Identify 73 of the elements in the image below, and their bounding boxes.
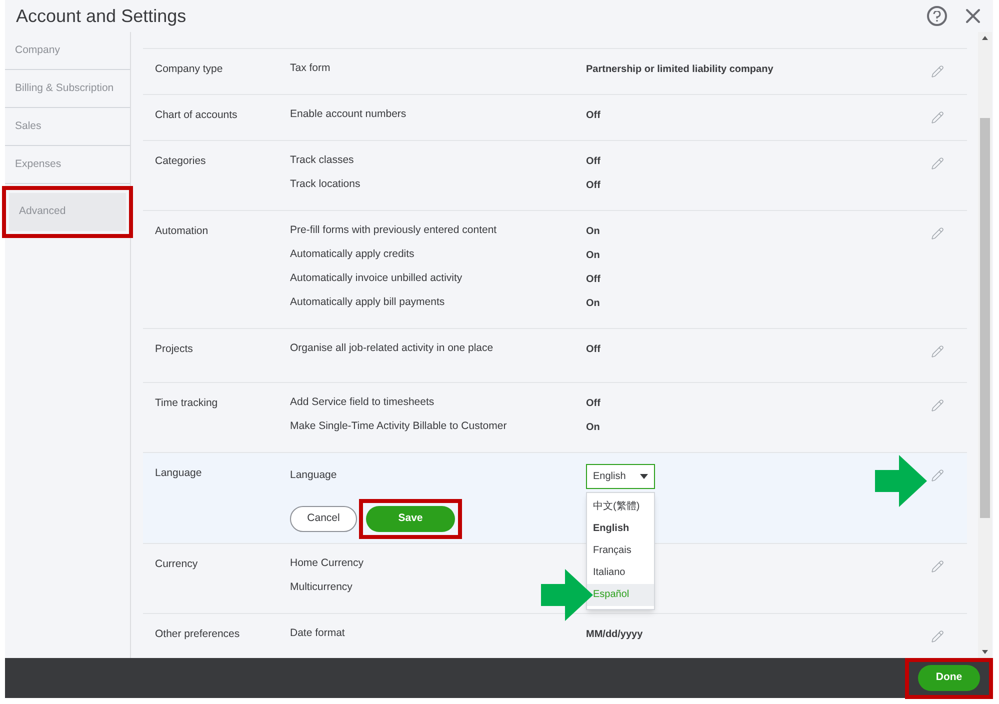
help-button[interactable] — [927, 6, 947, 26]
setting-label: Organise all job-related activity in one place — [290, 341, 494, 356]
language-select[interactable]: English — [586, 464, 655, 488]
sidebar-item[interactable]: Company — [5, 32, 130, 70]
setting-label: Automatically apply credits — [290, 247, 416, 262]
pencil-icon — [930, 344, 944, 358]
setting-value: Off — [586, 178, 600, 192]
pencil-icon — [930, 560, 944, 572]
setting-label: Automatically apply bill payments — [290, 295, 446, 310]
edit-button[interactable] — [929, 155, 945, 171]
pencil-icon — [930, 630, 944, 642]
done-button[interactable]: Done — [918, 665, 980, 691]
edit-button[interactable] — [929, 63, 945, 79]
setting-label: Date format — [290, 626, 346, 642]
save-button[interactable]: Save — [366, 506, 455, 532]
setting-value: Partnership or limited liability company — [586, 62, 774, 76]
dropdown-option[interactable]: Français — [587, 540, 654, 562]
section-name: Language — [154, 466, 203, 481]
setting-label: Automatically invoice unbilled activity — [290, 271, 464, 286]
section-name: Currency — [154, 557, 199, 572]
section-name: Chart of accounts — [154, 108, 238, 123]
setting-value: On — [586, 296, 600, 310]
pencil-icon — [930, 64, 944, 78]
pencil-icon — [930, 156, 944, 170]
edit-button[interactable] — [929, 225, 945, 241]
caret-icon — [640, 474, 648, 478]
setting-label: Add Service field to timesheets — [290, 395, 436, 410]
setting-value: Off — [586, 154, 600, 168]
edit-button[interactable] — [929, 397, 945, 413]
setting-label: Pre-fill forms with previously entered content — [290, 223, 498, 238]
pencil-icon — [930, 226, 944, 240]
setting-label: Tax form — [290, 61, 332, 76]
setting-value: Off — [586, 108, 600, 122]
section-name: Other preferences — [154, 627, 241, 642]
section-name: Time tracking — [154, 396, 219, 411]
dropdown-option[interactable]: Italiano — [587, 562, 654, 584]
sidebar-item[interactable]: Expenses — [5, 146, 130, 184]
setting-value: Off — [586, 396, 600, 410]
setting-value: Off — [586, 342, 600, 356]
pencil-icon — [930, 468, 944, 482]
dropdown-option[interactable]: English — [587, 518, 654, 540]
edit-button[interactable] — [929, 628, 945, 644]
scrollbar[interactable] — [978, 32, 992, 658]
setting-value: Off — [586, 272, 600, 286]
setting-label: Home Currency — [290, 556, 365, 572]
setting-label: Multicurrency — [290, 580, 354, 596]
edit-button[interactable] — [929, 558, 945, 574]
sidebar-item[interactable]: Billing & Subscription — [5, 70, 130, 108]
setting-label: Make Single-Time Activity Billable to Customer — [290, 419, 508, 434]
section-name: Categories — [154, 154, 207, 169]
setting-label: Language — [290, 468, 338, 484]
dropdown-option[interactable]: 中文(繁體) — [587, 496, 654, 518]
section-name: Company type — [154, 62, 224, 77]
edit-button[interactable] — [929, 467, 945, 483]
question-mark-icon — [933, 10, 941, 22]
sidebar-item[interactable]: Advanced — [9, 193, 126, 231]
setting-label: Track locations — [290, 177, 362, 192]
setting-value: MM/dd/yyyy — [586, 628, 643, 642]
section-name: Projects — [154, 342, 194, 357]
cancel-button[interactable]: Cancel — [290, 506, 357, 532]
edit-button[interactable] — [929, 343, 945, 359]
pencil-icon — [930, 110, 944, 124]
setting-value: On — [586, 420, 600, 434]
window-title: Account and Settings — [16, 4, 186, 28]
setting-label: Enable account numbers — [290, 107, 408, 122]
section-name: Automation — [154, 224, 210, 239]
edit-button[interactable] — [929, 109, 945, 125]
dropdown-option[interactable]: Español — [587, 584, 654, 606]
setting-value: On — [586, 248, 600, 262]
sidebar-item[interactable]: Sales — [5, 108, 130, 146]
setting-label: Track classes — [290, 153, 355, 168]
pencil-icon — [930, 398, 944, 412]
setting-value: On — [586, 224, 600, 238]
